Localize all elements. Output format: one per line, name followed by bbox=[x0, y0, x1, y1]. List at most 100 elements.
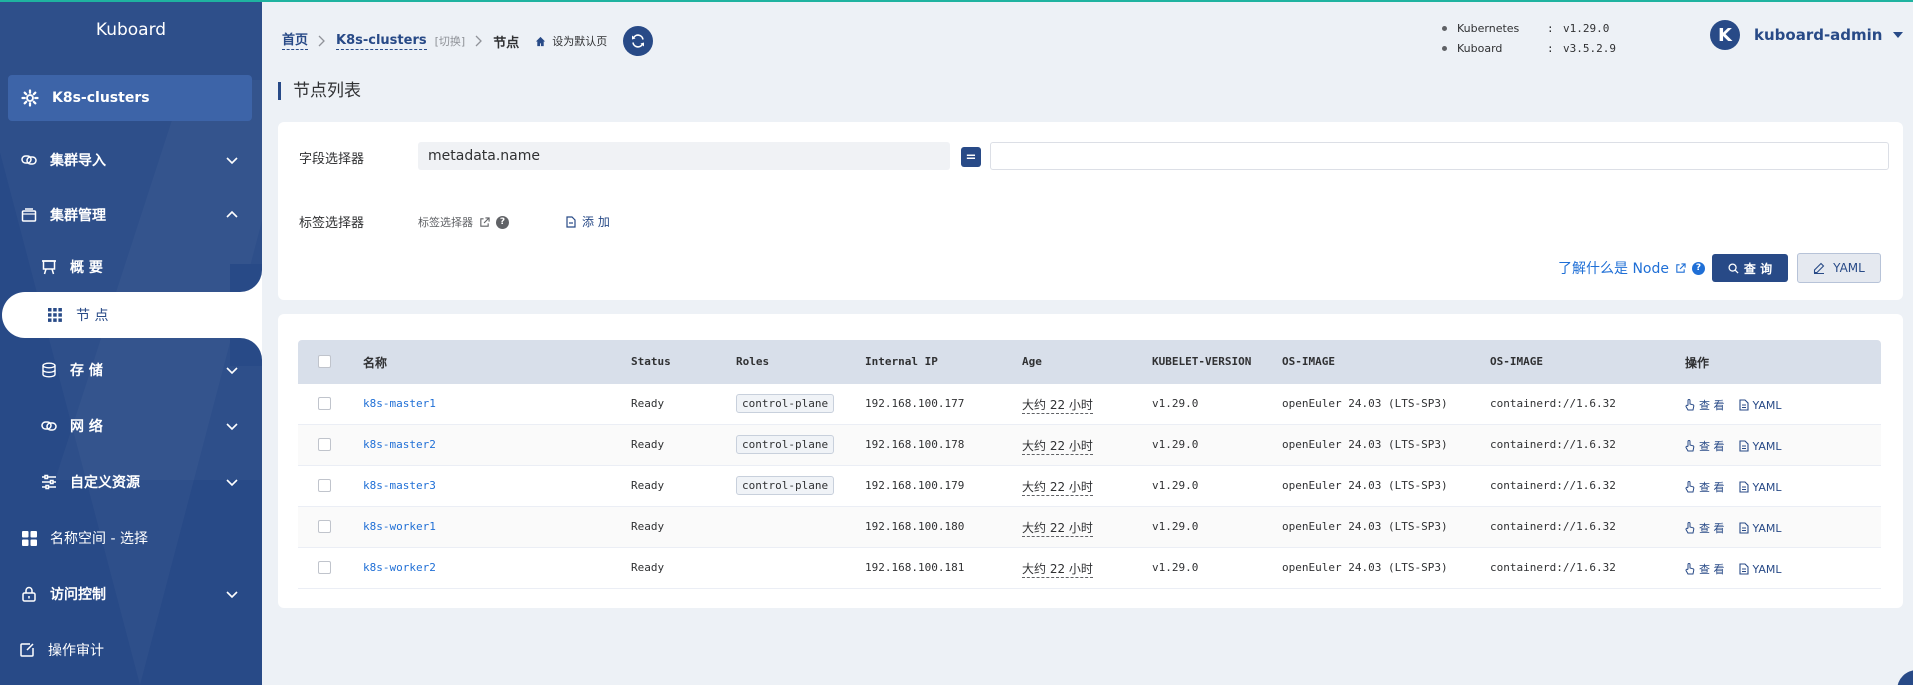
sidebar-item-label: 操作审计 bbox=[48, 643, 104, 659]
brand-logo-text[interactable]: Kuboard bbox=[0, 20, 262, 40]
query-button[interactable]: 查 询 bbox=[1712, 254, 1788, 282]
node-os-image: openEuler 24.03 (LTS-SP3) bbox=[1282, 397, 1448, 410]
row-actions: 查 看 YAML bbox=[1685, 479, 1782, 495]
refresh-button[interactable] bbox=[623, 26, 654, 56]
set-default-page-button[interactable]: 设为默认页 bbox=[535, 33, 607, 49]
sidebar-item-label: K8s-clusters bbox=[52, 90, 150, 106]
yaml-label: YAML bbox=[1833, 261, 1865, 275]
sidebar-item-label: 自定义资源 bbox=[70, 475, 140, 491]
yaml-label: YAML bbox=[1752, 439, 1782, 453]
node-container-runtime: containerd://1.6.32 bbox=[1490, 438, 1616, 451]
sidebar: Kuboard K8s-clusters 集群导入 集群管理 概 要 节 点 存… bbox=[0, 0, 262, 685]
view-button[interactable]: 查 看 bbox=[1685, 520, 1725, 536]
yaml-button[interactable]: YAML bbox=[1797, 253, 1881, 283]
row-checkbox[interactable] bbox=[318, 561, 331, 574]
document-icon bbox=[1738, 399, 1749, 411]
col-header-age[interactable]: Age bbox=[1022, 355, 1042, 368]
node-name-link[interactable]: k8s-master2 bbox=[363, 438, 436, 451]
home-icon bbox=[536, 36, 546, 46]
row-checkbox[interactable] bbox=[318, 438, 331, 451]
avatar[interactable]: K bbox=[1710, 20, 1740, 50]
page-title: 节点列表 bbox=[278, 82, 361, 100]
col-header-os-image[interactable]: OS-IMAGE bbox=[1282, 355, 1335, 368]
node-os-image: openEuler 24.03 (LTS-SP3) bbox=[1282, 479, 1448, 492]
view-button[interactable]: 查 看 bbox=[1685, 561, 1725, 577]
learn-node-link[interactable]: 了解什么是 Node ? bbox=[1558, 258, 1705, 278]
sidebar-item-cluster-import[interactable]: 集群导入 bbox=[0, 140, 262, 180]
floating-action-button[interactable] bbox=[1897, 670, 1913, 685]
row-checkbox[interactable] bbox=[318, 479, 331, 492]
sidebar-item-nodes[interactable]: 节 点 bbox=[2, 292, 262, 338]
sidebar-item-namespace-select[interactable]: 名称空间 - 选择 bbox=[0, 518, 262, 558]
sidebar-item-network[interactable]: 网 络 bbox=[0, 406, 262, 446]
node-internal-ip: 192.168.100.177 bbox=[865, 397, 965, 410]
node-age: 大约 22 小时 bbox=[1022, 480, 1093, 496]
col-header-roles[interactable]: Roles bbox=[736, 355, 769, 368]
view-label: 查 看 bbox=[1699, 399, 1725, 412]
node-name-link[interactable]: k8s-master3 bbox=[363, 479, 436, 492]
breadcrumb-home-link[interactable]: 首页 bbox=[282, 33, 309, 50]
field-value-input[interactable] bbox=[990, 142, 1889, 170]
row-checkbox[interactable] bbox=[318, 520, 331, 533]
kuboard-version-row: Kuboard : v3.5.2.9 bbox=[1442, 38, 1616, 58]
row-yaml-button[interactable]: YAML bbox=[1738, 563, 1782, 576]
cluster-switch-link[interactable]: [切换] bbox=[435, 33, 466, 49]
sidebar-item-overview[interactable]: 概 要 bbox=[0, 247, 262, 287]
col-header-status[interactable]: Status bbox=[631, 355, 671, 368]
caret-down-icon[interactable] bbox=[1892, 32, 1903, 38]
question-icon: ? bbox=[496, 215, 509, 229]
field-selector-input[interactable]: metadata.name bbox=[418, 142, 950, 170]
top-header: 首页 K8s-clusters [切换] 节点 设为默认页 Kubernetes… bbox=[262, 2, 1913, 72]
sidebar-item-cluster-management[interactable]: 集群管理 bbox=[0, 195, 262, 235]
view-button[interactable]: 查 看 bbox=[1685, 438, 1725, 454]
hand-pointer-icon bbox=[1685, 563, 1695, 575]
learn-link-text: 了解什么是 Node bbox=[1558, 261, 1669, 277]
set-default-label: 设为默认页 bbox=[552, 35, 608, 48]
sidebar-item-label: 访问控制 bbox=[50, 587, 106, 603]
col-header-internal-ip[interactable]: Internal IP bbox=[865, 355, 938, 368]
sidebar-item-storage[interactable]: 存 储 bbox=[0, 350, 262, 390]
query-label: 查 询 bbox=[1743, 261, 1773, 276]
row-yaml-button[interactable]: YAML bbox=[1738, 481, 1782, 494]
sidebar-item-access-control[interactable]: 访问控制 bbox=[0, 574, 262, 614]
sidebar-item-custom-resources[interactable]: 自定义资源 bbox=[0, 462, 262, 502]
user-name[interactable]: kuboard-admin bbox=[1754, 26, 1883, 44]
node-name-link[interactable]: k8s-worker2 bbox=[363, 561, 436, 574]
node-name-link[interactable]: k8s-master1 bbox=[363, 397, 436, 410]
sidebar-item-k8s-clusters[interactable]: K8s-clusters bbox=[8, 75, 252, 121]
node-internal-ip: 192.168.100.179 bbox=[865, 479, 965, 492]
sidebar-item-audit[interactable]: 操作审计 bbox=[0, 630, 262, 670]
question-icon: ? bbox=[1692, 261, 1705, 275]
table-body: k8s-master1 Ready control-plane 192.168.… bbox=[298, 384, 1881, 589]
col-header-kubelet-version[interactable]: KUBELET-VERSION bbox=[1152, 355, 1251, 368]
role-tag: control-plane bbox=[736, 476, 835, 495]
row-yaml-button[interactable]: YAML bbox=[1738, 439, 1782, 453]
row-yaml-button[interactable]: YAML bbox=[1738, 399, 1782, 412]
role-tag: control-plane bbox=[736, 435, 835, 454]
col-header-name[interactable]: 名称 bbox=[363, 354, 387, 371]
add-label-button[interactable]: 添 加 bbox=[566, 213, 610, 230]
hand-pointer-icon bbox=[1685, 481, 1695, 493]
node-kubelet-version: v1.29.0 bbox=[1152, 397, 1199, 410]
col-header-os-image-runtime[interactable]: OS-IMAGE bbox=[1490, 355, 1543, 368]
select-all-checkbox[interactable] bbox=[318, 355, 331, 368]
node-age: 大约 22 小时 bbox=[1022, 398, 1093, 414]
node-name-link[interactable]: k8s-worker1 bbox=[363, 520, 436, 533]
node-age: 大约 22 小时 bbox=[1022, 439, 1093, 455]
view-button[interactable]: 查 看 bbox=[1685, 397, 1725, 413]
document-icon bbox=[1738, 522, 1749, 534]
view-button[interactable]: 查 看 bbox=[1685, 479, 1725, 495]
document-plus-icon bbox=[566, 215, 576, 228]
nodes-table-panel: 名称 Status Roles Internal IP Age KUBELET-… bbox=[278, 314, 1903, 608]
node-container-runtime: containerd://1.6.32 bbox=[1490, 397, 1616, 410]
row-yaml-button[interactable]: YAML bbox=[1738, 522, 1782, 535]
node-kubelet-version: v1.29.0 bbox=[1152, 520, 1199, 533]
user-menu[interactable]: K kuboard-admin bbox=[1710, 20, 1903, 50]
chevron-up-icon bbox=[226, 210, 238, 218]
breadcrumb-cluster-link[interactable]: K8s-clusters bbox=[336, 33, 427, 50]
label-selector-help-link[interactable]: 标签选择器 ? bbox=[418, 214, 509, 230]
row-checkbox[interactable] bbox=[318, 397, 331, 410]
field-selector-label: 字段选择器 bbox=[299, 152, 365, 167]
operator-equals-button[interactable]: = bbox=[961, 147, 981, 167]
node-container-runtime: containerd://1.6.32 bbox=[1490, 520, 1616, 533]
